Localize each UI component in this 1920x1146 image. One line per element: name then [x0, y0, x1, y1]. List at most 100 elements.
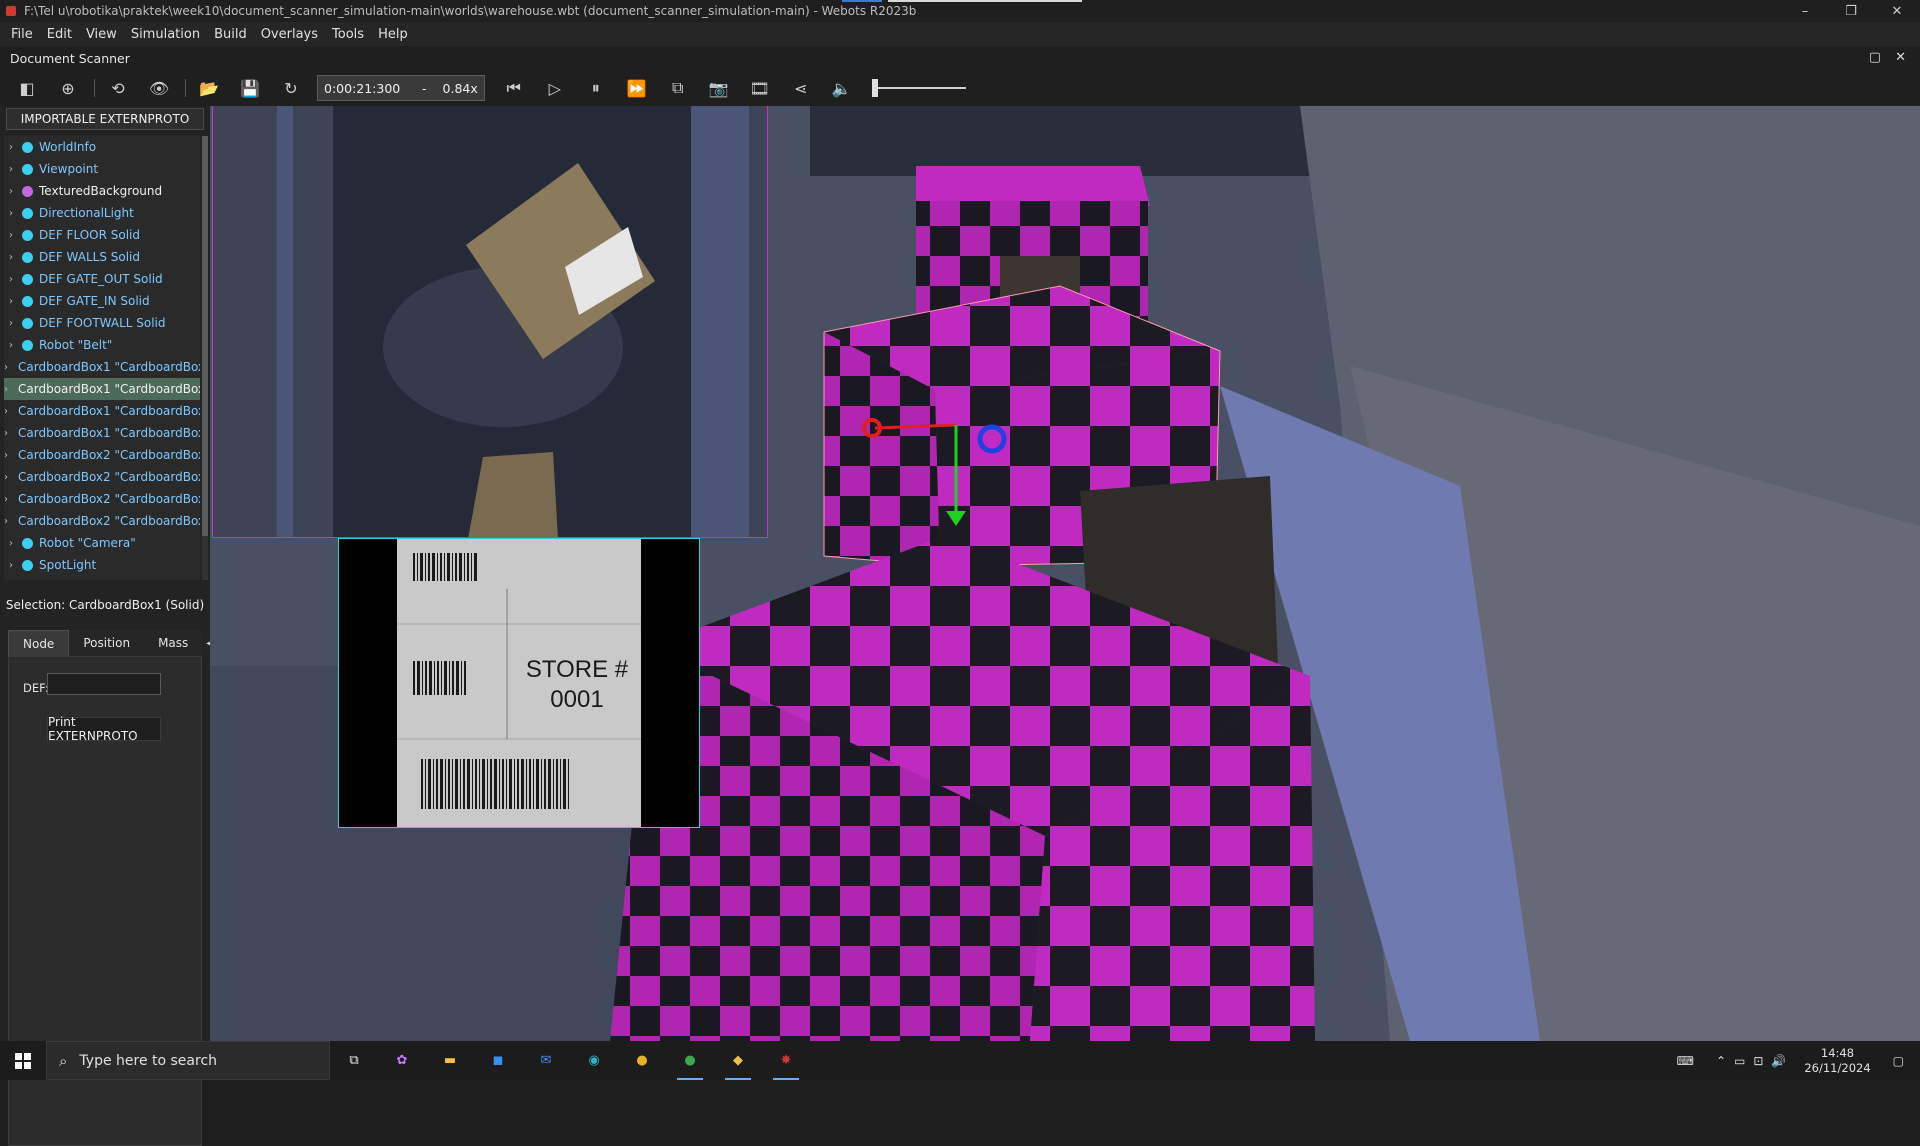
mail-icon[interactable]: ✉	[529, 1046, 563, 1076]
scene-tree-item[interactable]: › Robot "Belt"	[4, 334, 200, 356]
expand-chevron-icon[interactable]: ›	[4, 428, 8, 439]
expand-chevron-icon[interactable]: ›	[4, 142, 18, 153]
dock-float-icon[interactable]: ▢	[1869, 50, 1881, 65]
expand-chevron-icon[interactable]: ›	[4, 296, 18, 307]
minimize-button[interactable]: –	[1782, 0, 1828, 22]
expand-chevron-icon[interactable]: ›	[4, 384, 8, 395]
expand-chevron-icon[interactable]: ›	[4, 230, 18, 241]
record-movie-icon[interactable]: 🎞	[745, 74, 775, 102]
tab-node[interactable]: Node	[8, 630, 70, 656]
camera-overlay-label[interactable]: STORE # 0001	[338, 538, 700, 828]
edge-icon[interactable]: ◉	[577, 1046, 611, 1076]
render-toggle-icon[interactable]: ⧉	[663, 74, 693, 102]
tab-mass[interactable]: Mass	[144, 630, 203, 656]
3d-viewport[interactable]: ⊠	[210, 106, 1920, 1041]
reset-simulation-icon[interactable]: ⏮	[499, 74, 529, 102]
scrollbar-thumb[interactable]	[202, 136, 208, 536]
scene-tree-item[interactable]: › CardboardBox2 "CardboardBox2 1(3)"	[4, 510, 200, 532]
reload-world-icon[interactable]: ↻	[276, 74, 306, 102]
expand-chevron-icon[interactable]: ›	[4, 340, 18, 351]
scene-tree-item[interactable]: › Robot "Camera"	[4, 532, 200, 554]
screenshot-icon[interactable]: 📷	[704, 74, 734, 102]
toggle-scene-tree-icon[interactable]: ◧	[12, 74, 42, 102]
menu-view[interactable]: View	[79, 27, 124, 42]
notification-icon[interactable]: ▢	[1893, 1054, 1904, 1068]
scene-tree-item[interactable]: › DEF GATE_IN Solid	[4, 290, 200, 312]
tray-expand-icon[interactable]: ⌃	[1716, 1054, 1726, 1068]
reset-node-icon[interactable]: ⟲	[103, 74, 133, 102]
battery-icon[interactable]: ▭	[1734, 1054, 1745, 1068]
expand-chevron-icon[interactable]: ›	[4, 318, 18, 329]
menu-edit[interactable]: Edit	[40, 27, 79, 42]
mute-icon[interactable]: 🔈	[827, 74, 857, 102]
share-icon[interactable]: ⋖	[786, 74, 816, 102]
volume-slider[interactable]	[871, 79, 966, 97]
expand-chevron-icon[interactable]: ›	[4, 472, 8, 483]
menu-file[interactable]: File	[4, 27, 40, 42]
menu-help[interactable]: Help	[371, 27, 415, 42]
scene-tree-item[interactable]: › WorldInfo	[4, 136, 200, 158]
vscode-icon[interactable]: ◆	[721, 1046, 755, 1080]
expand-chevron-icon[interactable]: ›	[4, 208, 18, 219]
copilot-icon[interactable]: ✿	[385, 1046, 419, 1076]
scene-tree-item[interactable]: › CardboardBox2 "CardboardBox2 1(1)"	[4, 444, 200, 466]
speaker-icon[interactable]: 🔊	[1771, 1054, 1786, 1068]
menu-overlays[interactable]: Overlays	[254, 27, 325, 42]
save-world-icon[interactable]: 💾	[235, 74, 265, 102]
close-button[interactable]: ✕	[1874, 0, 1920, 22]
open-world-icon[interactable]: 📂	[194, 74, 224, 102]
webots-icon[interactable]: ✸	[769, 1046, 803, 1080]
scene-tree-item[interactable]: › DirectionalLight	[4, 202, 200, 224]
start-button[interactable]	[0, 1041, 46, 1080]
fast-forward-icon[interactable]: ⏩	[622, 74, 652, 102]
camera-overlay-top[interactable]: ⊠	[212, 106, 768, 538]
taskbar-search[interactable]: ⌕ Type here to search	[46, 1041, 330, 1080]
step-icon[interactable]: ▷	[540, 74, 570, 102]
expand-chevron-icon[interactable]: ›	[4, 450, 8, 461]
expand-chevron-icon[interactable]: ›	[4, 274, 18, 285]
expand-chevron-icon[interactable]: ›	[4, 560, 18, 571]
file-explorer-icon[interactable]: ▬	[433, 1046, 467, 1076]
taskbar-clock[interactable]: 14:48 26/11/2024	[1804, 1046, 1870, 1076]
scene-tree-item[interactable]: › DEF FOOTWALL Solid	[4, 312, 200, 334]
scene-tree-item[interactable]: › DEF FLOOR Solid	[4, 224, 200, 246]
pause-icon[interactable]: ⏸	[581, 74, 611, 102]
expand-chevron-icon[interactable]: ›	[4, 186, 18, 197]
keyboard-icon[interactable]: ⌨	[1677, 1054, 1694, 1068]
scene-tree-item[interactable]: › Viewpoint	[4, 158, 200, 180]
expand-chevron-icon[interactable]: ›	[4, 362, 8, 373]
chrome-icon[interactable]: ●	[625, 1046, 659, 1076]
restore-button[interactable]: ❐	[1828, 0, 1874, 22]
importable-externproto-button[interactable]: IMPORTABLE EXTERNPROTO	[6, 108, 204, 130]
expand-chevron-icon[interactable]: ›	[4, 538, 18, 549]
scene-tree-item[interactable]: › CardboardBox1 "CardboardBox1 2"	[4, 378, 200, 400]
store-icon[interactable]: ◼	[481, 1046, 515, 1076]
view-eye-icon[interactable]: 👁	[144, 74, 174, 102]
scene-tree-item[interactable]: › CardboardBox1 "CardboardBox1 2(1)"	[4, 400, 200, 422]
expand-chevron-icon[interactable]: ›	[4, 494, 8, 505]
def-input[interactable]	[47, 673, 161, 695]
network-icon[interactable]: ⊡	[1753, 1054, 1763, 1068]
add-node-icon[interactable]: ⊕	[53, 74, 83, 102]
scene-tree-item[interactable]: › SpotLight	[4, 554, 200, 576]
scene-tree-scrollbar[interactable]	[202, 136, 208, 580]
menu-tools[interactable]: Tools	[325, 27, 371, 42]
scene-tree-item[interactable]: › DEF WALLS Solid	[4, 246, 200, 268]
menu-simulation[interactable]: Simulation	[124, 27, 207, 42]
dock-close-icon[interactable]: ✕	[1895, 50, 1906, 65]
expand-chevron-icon[interactable]: ›	[4, 252, 18, 263]
scene-tree-item[interactable]: › CardboardBox2 "CardboardBox2 1(2)"	[4, 466, 200, 488]
volume-slider-thumb[interactable]	[871, 79, 878, 97]
expand-chevron-icon[interactable]: ›	[4, 164, 18, 175]
print-externproto-button[interactable]: Print EXTERNPROTO	[47, 715, 161, 743]
task-view-icon[interactable]: ⧉	[337, 1046, 371, 1076]
scene-tree-item[interactable]: › CardboardBox1 "CardboardBox1 3"	[4, 422, 200, 444]
chrome-profile-icon[interactable]: ●	[673, 1046, 707, 1080]
scene-tree-item[interactable]: › TexturedBackground	[4, 180, 200, 202]
scene-tree-item[interactable]: › DEF GATE_OUT Solid	[4, 268, 200, 290]
expand-chevron-icon[interactable]: ›	[4, 406, 8, 417]
tab-position[interactable]: Position	[69, 630, 145, 656]
expand-chevron-icon[interactable]: ›	[4, 516, 8, 527]
scene-tree-item[interactable]: › CardboardBox1 "CardboardBox1 1"	[4, 356, 200, 378]
menu-build[interactable]: Build	[207, 27, 254, 42]
